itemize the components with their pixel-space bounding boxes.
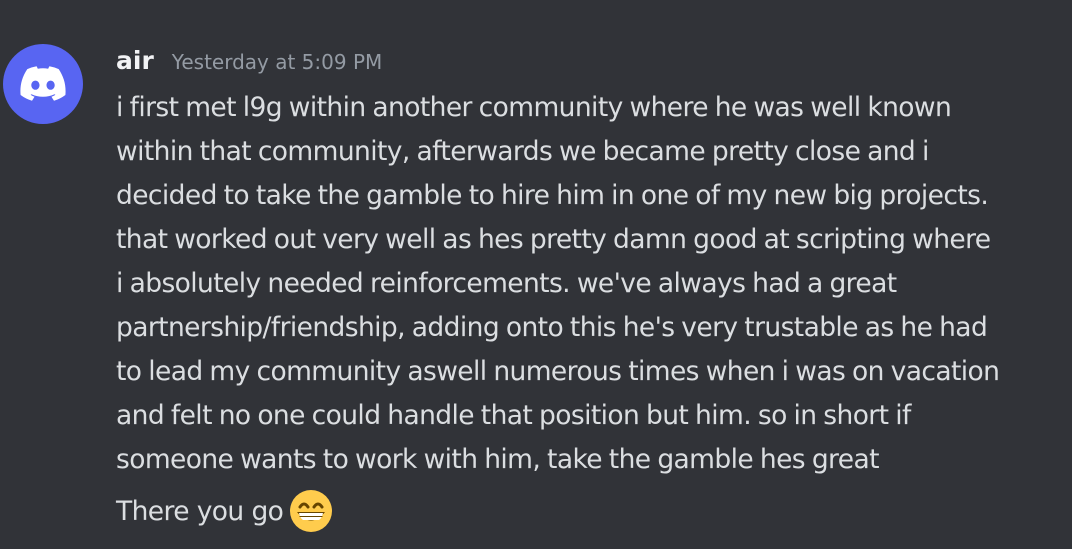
chat-message: air Yesterday at 5:09 PM i first met l9g… — [0, 0, 1072, 549]
followup-message: There you go — [116, 489, 333, 533]
message-header: air Yesterday at 5:09 PM — [116, 46, 382, 75]
grin-emoji-icon[interactable] — [289, 489, 333, 533]
username[interactable]: air — [116, 46, 154, 75]
message-content: i first met l9g within another community… — [116, 92, 1000, 475]
timestamp[interactable]: Yesterday at 5:09 PM — [172, 50, 383, 74]
discord-logo-icon — [20, 66, 66, 101]
avatar[interactable] — [3, 44, 83, 124]
followup-text: There you go — [116, 495, 284, 527]
